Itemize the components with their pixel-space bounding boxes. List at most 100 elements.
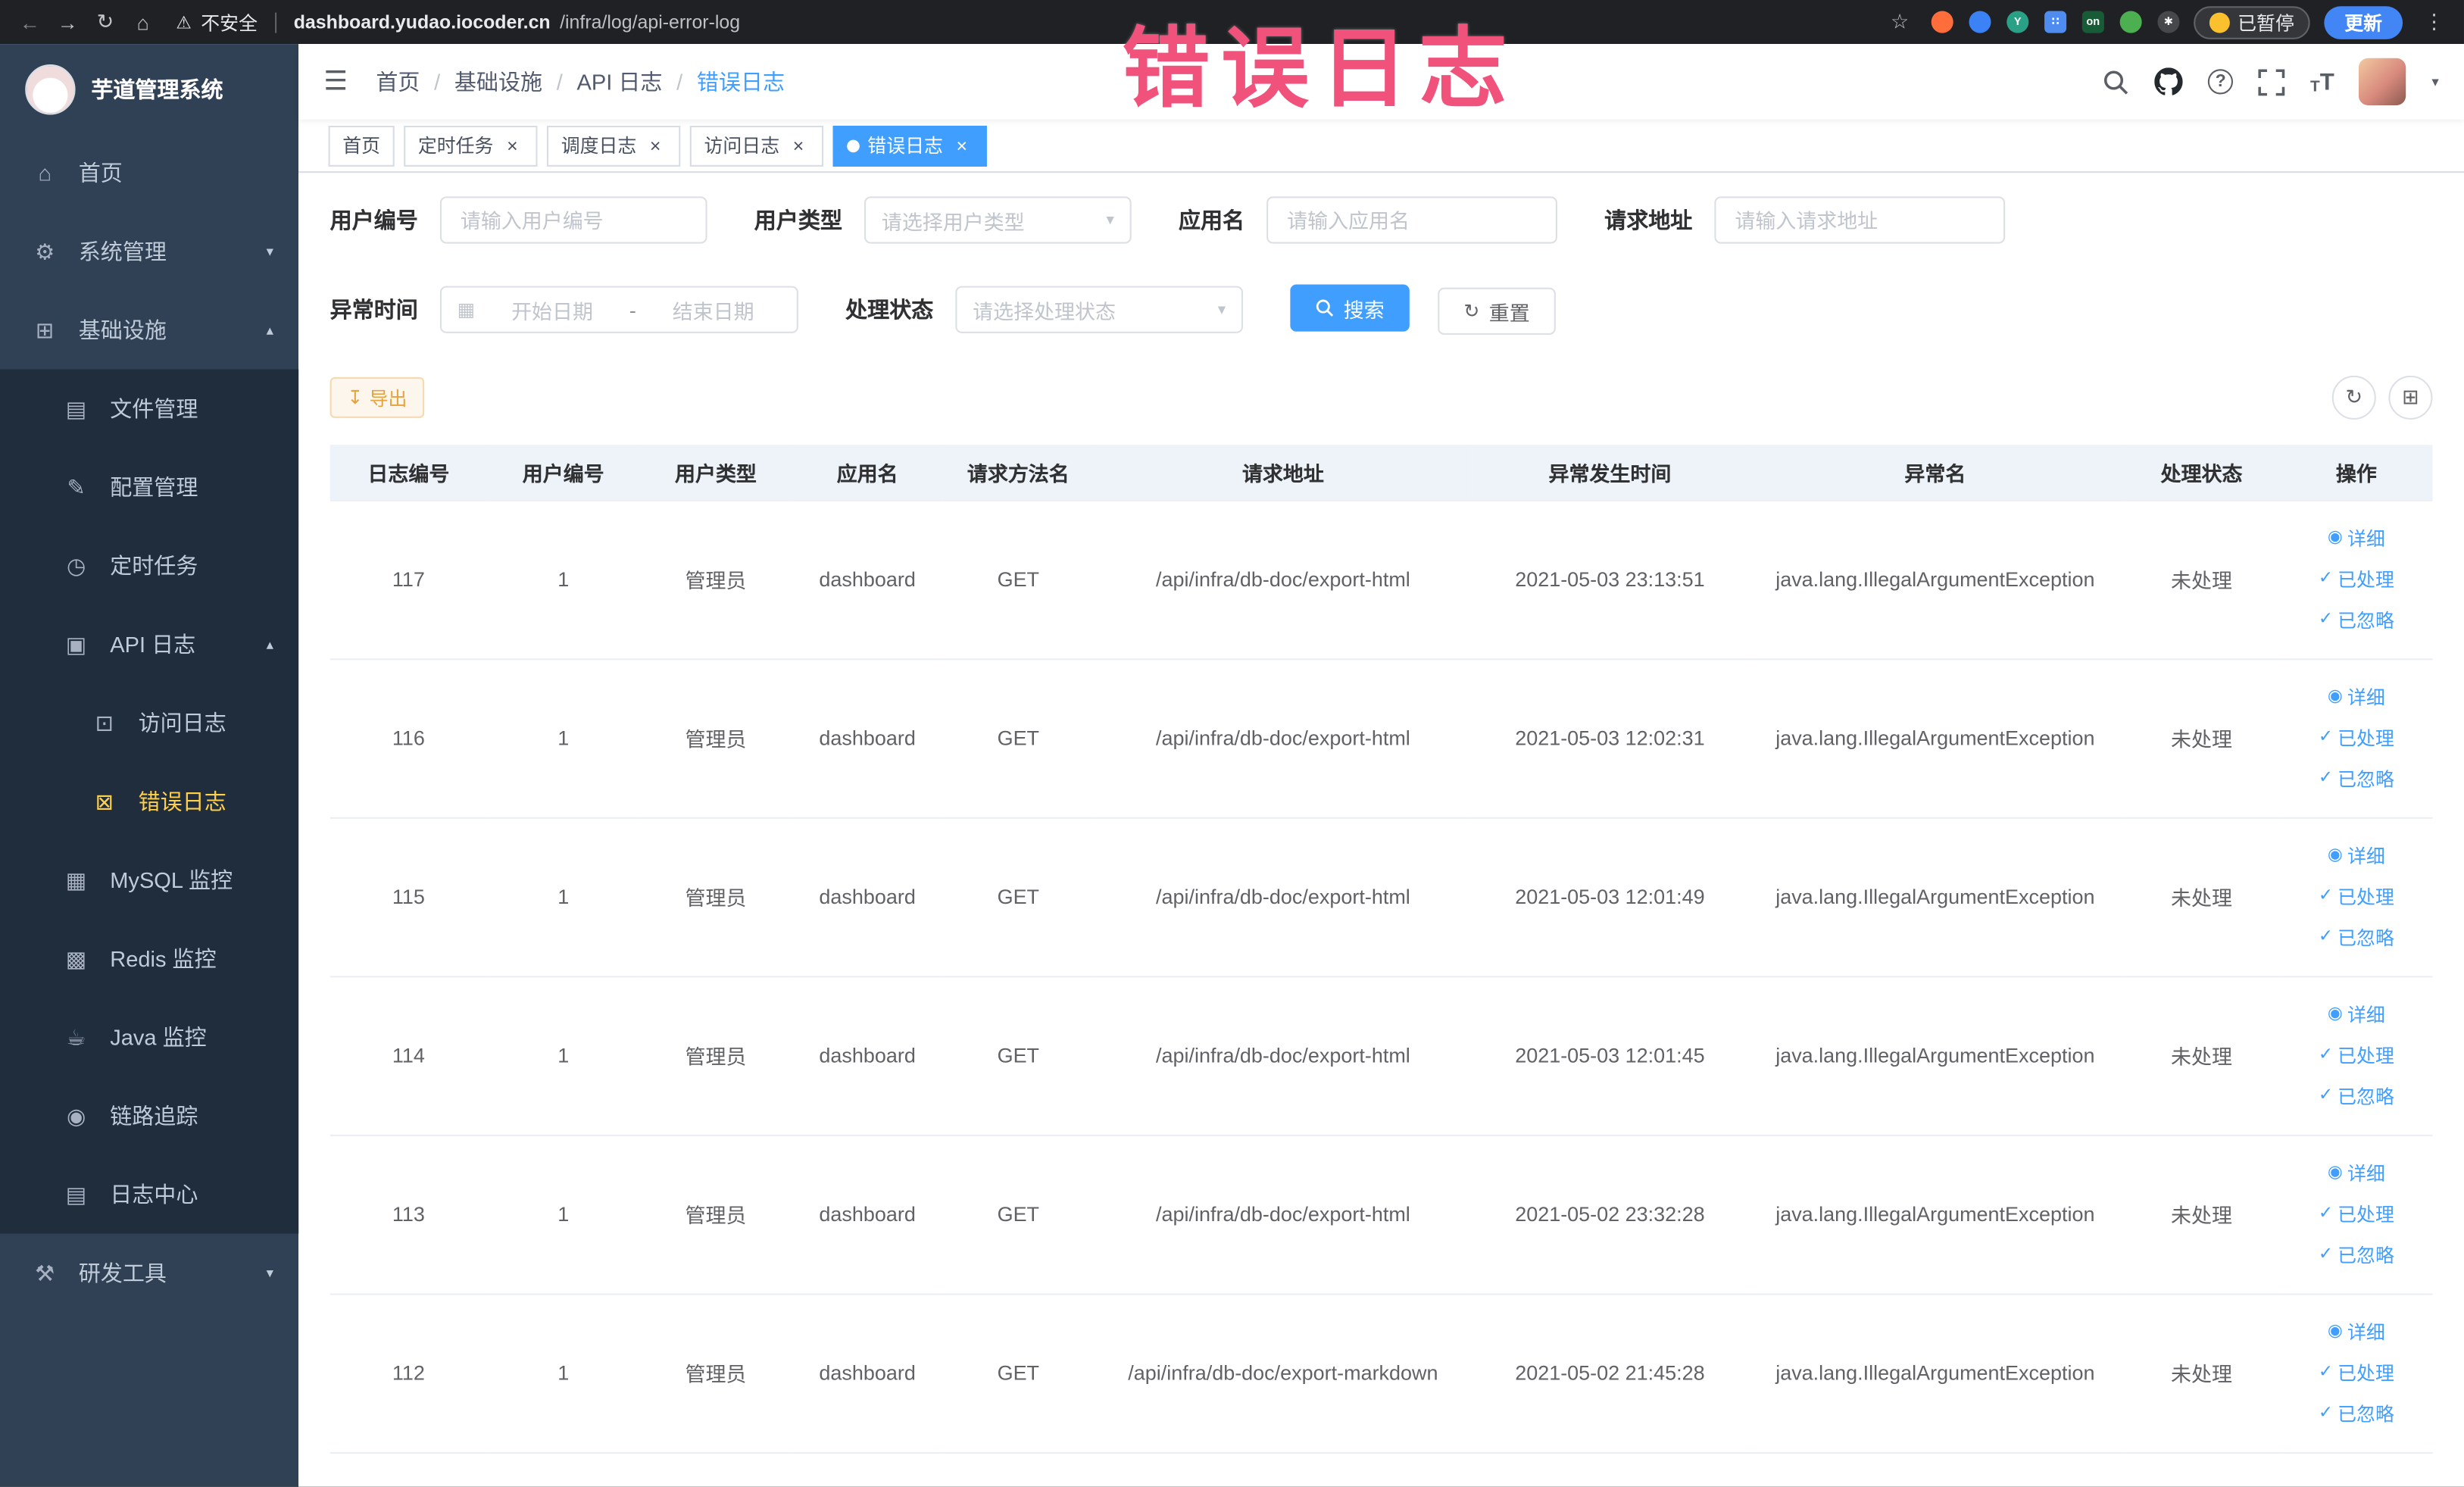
sidebar-item-infrastructure[interactable]: ⊞ 基础设施 ▴: [0, 291, 298, 370]
cell-actions: ◉ 详细 ✓ 已处理 ✓ 已忽略: [2280, 1293, 2433, 1453]
breadcrumb-item[interactable]: 首页: [376, 66, 420, 97]
start-date-placeholder: 开始日期: [511, 299, 593, 323]
action-ignored-link[interactable]: ✓ 已忽略: [2319, 1077, 2394, 1115]
breadcrumb-item[interactable]: 基础设施: [454, 66, 542, 97]
close-icon[interactable]: ×: [501, 134, 523, 156]
record-extension-icon[interactable]: [1931, 11, 1953, 33]
user-avatar[interactable]: [2359, 58, 2407, 105]
action-processed-link[interactable]: ✓ 已处理: [2319, 561, 2394, 598]
sidebar-item-api-log[interactable]: ▣ API 日志 ▴: [0, 604, 299, 684]
request-url-input[interactable]: [1714, 196, 2006, 244]
tab-schedule-log[interactable]: 调度日志 ×: [547, 124, 681, 166]
exception-time-label: 异常时间: [329, 297, 418, 323]
process-status-select[interactable]: 请选择处理状态 ▾: [955, 286, 1244, 333]
exception-time-range-picker[interactable]: ▦ 开始日期 - 结束日期: [439, 286, 798, 333]
sidebar-item-config-management[interactable]: ✎ 配置管理: [0, 448, 299, 526]
browser-back-icon[interactable]: ←: [13, 5, 48, 39]
action-detail-link[interactable]: ◉ 详细: [2328, 995, 2385, 1033]
close-icon[interactable]: ×: [788, 134, 810, 156]
reset-button[interactable]: ↻ 重置: [1438, 287, 1555, 335]
fullscreen-icon[interactable]: [2258, 68, 2285, 95]
action-detail-link[interactable]: ◉ 详细: [2328, 837, 2385, 875]
water-drop-extension-icon[interactable]: [1969, 11, 1991, 33]
hamburger-icon[interactable]: ☰: [323, 66, 348, 97]
database-icon: ▦: [65, 867, 87, 892]
table-row: 116 1 管理员 dashboard GET/api/infra/db-doc/exp…: [329, 658, 2433, 818]
table-row: 115 1 管理员 dashboard GET/api/infra/db-doc/exp…: [329, 817, 2433, 977]
help-icon[interactable]: ?: [2208, 69, 2234, 95]
action-ignored-link[interactable]: ✓ 已忽略: [2319, 919, 2394, 957]
action-ignored-link[interactable]: ✓ 已忽略: [2319, 601, 2394, 639]
action-ignored-link[interactable]: ✓ 已忽略: [2319, 1395, 2394, 1432]
tab-error-log[interactable]: 错误日志 ×: [832, 124, 988, 166]
sidebar-item-redis-monitor[interactable]: ▩ Redis 监控: [0, 919, 299, 998]
grid-extension-icon[interactable]: ∷: [2044, 11, 2067, 33]
cell-exception-name: java.lang.IllegalArgumentException: [1747, 817, 2123, 977]
download-icon: ↧: [347, 386, 364, 409]
home-icon: ⌂: [38, 160, 52, 186]
browser-update-button[interactable]: 更新: [2324, 5, 2403, 39]
refresh-table-button[interactable]: ↻: [2331, 375, 2376, 420]
browser-reload-icon[interactable]: ↻: [88, 5, 123, 39]
user-id-input[interactable]: [439, 196, 707, 244]
close-icon[interactable]: ×: [951, 134, 973, 156]
bookmark-star-icon[interactable]: ☆: [1882, 5, 1917, 39]
breadcrumb-item[interactable]: API 日志: [576, 66, 662, 97]
address-bar[interactable]: ⚠ 不安全 dashboard.yudao.iocoder.cn/infra/l…: [176, 8, 740, 35]
tab-access-log[interactable]: 访问日志 ×: [689, 124, 824, 166]
user-type-field: 用户类型 请选择用户类型 ▾: [754, 196, 1132, 244]
tab-scheduled-tasks[interactable]: 定时任务 ×: [404, 124, 538, 166]
sidebar-item-link-tracing[interactable]: ◉ 链路追踪: [0, 1076, 299, 1155]
coffee-icon: ☕: [66, 1023, 86, 1049]
column-settings-button[interactable]: ⊞: [2388, 375, 2433, 420]
sidebar-item-error-log[interactable]: ⊠ 错误日志: [0, 762, 299, 841]
action-processed-link[interactable]: ✓ 已处理: [2319, 1354, 2394, 1392]
y-extension-icon[interactable]: Y: [2006, 11, 2029, 33]
action-processed-link[interactable]: ✓ 已处理: [2319, 1036, 2394, 1074]
action-processed-link[interactable]: ✓ 已处理: [2319, 1195, 2394, 1233]
action-detail-link[interactable]: ◉ 详细: [2328, 520, 2385, 558]
sidebar-logo[interactable]: 芋道管理系统: [0, 44, 298, 133]
export-button[interactable]: ↧ 导出: [329, 376, 425, 418]
sidebar-item-file-management[interactable]: ▤ 文件管理: [0, 369, 299, 448]
action-label: 详细: [2347, 686, 2385, 709]
eye-icon: ◉: [2327, 1321, 2343, 1341]
search-button[interactable]: 搜索: [1290, 284, 1410, 332]
url-host: dashboard.yudao.iocoder.cn: [293, 11, 551, 33]
browser-forward-icon[interactable]: →: [50, 5, 85, 39]
sidebar-item-home[interactable]: ⌂ 首页: [0, 133, 298, 212]
action-processed-link[interactable]: ✓ 已处理: [2319, 878, 2394, 916]
cell-app-name: dashboard: [792, 976, 943, 1136]
sidebar-item-scheduled-tasks[interactable]: ◷ 定时任务: [0, 526, 299, 605]
sidebar-item-mysql-monitor[interactable]: ▦ MySQL 监控: [0, 840, 299, 920]
action-detail-link[interactable]: ◉ 详细: [2328, 1154, 2385, 1192]
action-detail-link[interactable]: ◉ 详细: [2328, 1313, 2385, 1351]
on-badge-extension-icon[interactable]: on: [2081, 11, 2104, 33]
tab-home[interactable]: 首页: [328, 124, 395, 166]
sidebar-item-system-management[interactable]: ⚙ 系统管理 ▾: [0, 212, 298, 291]
avatar-caret-down-icon[interactable]: ▾: [2431, 73, 2438, 90]
action-ignored-link[interactable]: ✓ 已忽略: [2319, 760, 2394, 798]
app-name-input[interactable]: [1266, 196, 1557, 244]
action-label: 已忽略: [2338, 1086, 2394, 1108]
github-icon[interactable]: [2154, 67, 2184, 95]
sidebar-item-log-center[interactable]: ▤ 日志中心: [0, 1154, 299, 1234]
action-processed-link[interactable]: ✓ 已处理: [2319, 719, 2394, 757]
sidebar-item-access-log[interactable]: ⊡ 访问日志: [0, 683, 299, 763]
date-range-separator: -: [629, 298, 636, 322]
leaf-extension-icon[interactable]: [2119, 11, 2142, 33]
paused-extension-button[interactable]: 已暂停: [2194, 5, 2310, 39]
close-icon[interactable]: ×: [645, 134, 667, 156]
action-ignored-link[interactable]: ✓ 已忽略: [2319, 1236, 2394, 1274]
font-size-icon[interactable]: TT: [2310, 68, 2334, 95]
action-label: 已处理: [2338, 886, 2394, 909]
search-icon[interactable]: [2103, 68, 2129, 95]
sidebar-item-label: 配置管理: [110, 474, 198, 500]
action-detail-link[interactable]: ◉ 详细: [2328, 678, 2385, 716]
sidebar-item-dev-tools[interactable]: ⚒ 研发工具 ▾: [0, 1234, 298, 1313]
browser-home-icon[interactable]: ⌂: [126, 5, 161, 39]
pin-extension-icon[interactable]: ✱: [2157, 11, 2180, 33]
sidebar-item-java-monitor[interactable]: ☕ Java 监控: [0, 998, 299, 1077]
browser-menu-icon[interactable]: ⋮: [2417, 5, 2452, 39]
user-type-select[interactable]: 请选择用户类型 ▾: [864, 196, 1132, 244]
